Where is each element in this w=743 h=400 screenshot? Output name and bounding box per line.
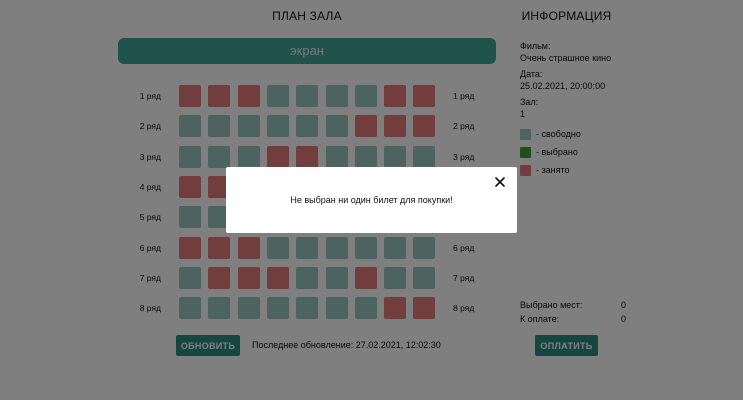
modal-message: Не выбран ни один билет для покупки! xyxy=(290,195,453,205)
close-icon[interactable] xyxy=(493,175,507,189)
alert-modal: Не выбран ни один билет для покупки! xyxy=(226,167,517,233)
